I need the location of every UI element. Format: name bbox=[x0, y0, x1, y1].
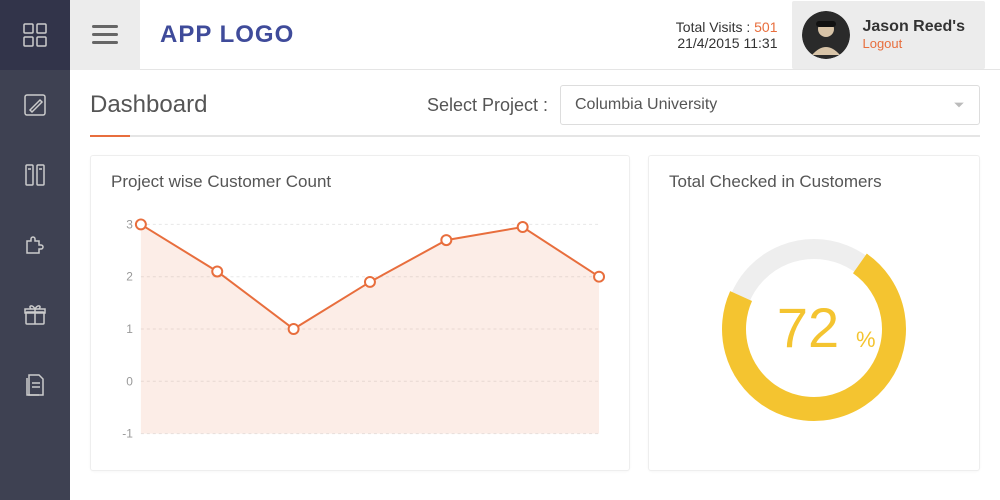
sidebar-item-edit[interactable] bbox=[0, 70, 70, 140]
checked-in-card: Total Checked in Customers 72% bbox=[648, 155, 980, 471]
page-header: Dashboard Select Project : Columbia Univ… bbox=[90, 85, 980, 137]
donut-chart: 72% bbox=[714, 229, 914, 429]
server-icon bbox=[22, 162, 48, 188]
svg-text:1: 1 bbox=[126, 322, 133, 336]
user-box: Jason Reed's Logout bbox=[792, 1, 985, 69]
customer-count-card: Project wise Customer Count -10123Test D… bbox=[90, 155, 630, 471]
avatar bbox=[802, 11, 850, 59]
sidebar-item-docs[interactable] bbox=[0, 350, 70, 420]
puzzle-icon bbox=[22, 232, 48, 258]
hamburger-menu[interactable] bbox=[92, 20, 118, 49]
chevron-down-icon bbox=[953, 99, 965, 111]
doc-icon bbox=[22, 372, 48, 398]
user-name: Jason Reed's bbox=[862, 18, 965, 36]
line-chart: -10123Test DemoCustomer 3 bbox=[111, 204, 609, 454]
svg-text:3: 3 bbox=[126, 217, 133, 231]
sidebar bbox=[0, 0, 70, 500]
sidebar-item-servers[interactable] bbox=[0, 140, 70, 210]
pencil-icon bbox=[22, 92, 48, 118]
app-logo: APP LOGO bbox=[160, 21, 294, 49]
gift-icon bbox=[22, 302, 48, 328]
svg-text:2: 2 bbox=[126, 270, 133, 284]
page-title: Dashboard bbox=[90, 91, 207, 119]
grid-icon bbox=[22, 22, 48, 48]
sidebar-item-plugins[interactable] bbox=[0, 210, 70, 280]
project-select[interactable]: Columbia University bbox=[560, 85, 980, 125]
project-select-label: Select Project : bbox=[427, 95, 548, 116]
donut-title: Total Checked in Customers bbox=[669, 172, 959, 192]
visits-label: Total Visits : bbox=[676, 19, 754, 35]
svg-text:%: % bbox=[856, 327, 876, 352]
svg-text:-1: -1 bbox=[122, 427, 133, 441]
sidebar-item-gifts[interactable] bbox=[0, 280, 70, 350]
svg-text:0: 0 bbox=[126, 374, 133, 388]
topbar: APP LOGO Total Visits : 501 21/4/2015 11… bbox=[70, 0, 1000, 70]
datetime-label: 21/4/2015 11:31 bbox=[676, 35, 778, 51]
visits-info: Total Visits : 501 21/4/2015 11:31 bbox=[676, 19, 778, 51]
visits-count: 501 bbox=[754, 19, 777, 35]
logout-link[interactable]: Logout bbox=[862, 36, 965, 51]
sidebar-item-dashboard[interactable] bbox=[0, 0, 70, 70]
chart-title: Project wise Customer Count bbox=[111, 172, 609, 192]
svg-text:72: 72 bbox=[777, 296, 839, 359]
project-select-value: Columbia University bbox=[575, 96, 717, 114]
